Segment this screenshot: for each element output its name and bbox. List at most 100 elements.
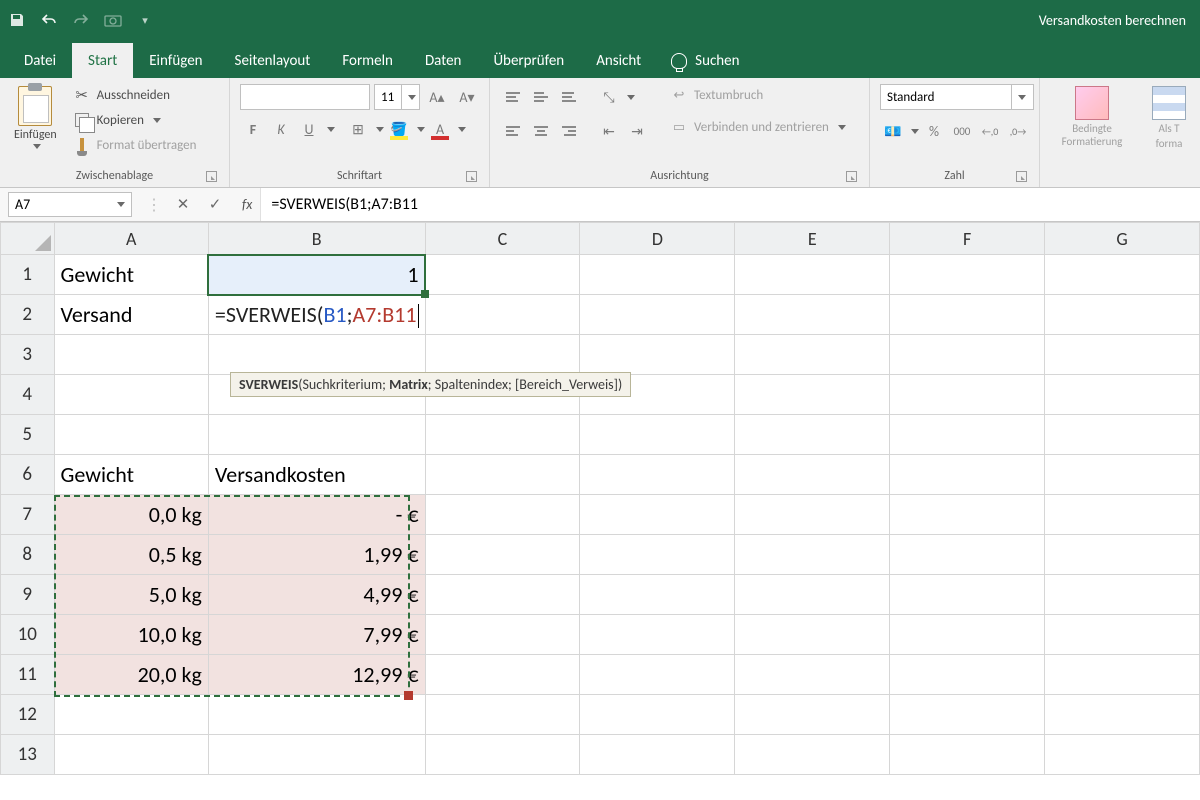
row-header-7[interactable]: 7	[1, 495, 55, 535]
increase-decimal-button[interactable]: ←,0	[977, 118, 1003, 144]
dialog-launcher-icon[interactable]	[846, 171, 857, 182]
cell-F5[interactable]	[890, 415, 1045, 455]
column-header-C[interactable]: C	[425, 223, 580, 255]
cell-D12[interactable]	[580, 695, 735, 735]
cell-C3[interactable]	[425, 335, 580, 375]
chevron-down-icon[interactable]	[458, 127, 466, 132]
cell-G6[interactable]	[1045, 455, 1200, 495]
cell-A7[interactable]: 0,0 kg	[54, 495, 208, 535]
chevron-down-icon[interactable]	[911, 129, 919, 134]
cell-D6[interactable]	[580, 455, 735, 495]
cell-A11[interactable]: 20,0 kg	[54, 655, 208, 695]
cell-F8[interactable]	[890, 535, 1045, 575]
cell-E13[interactable]	[735, 735, 890, 775]
column-header-A[interactable]: A	[54, 223, 208, 255]
tab-review[interactable]: Überprüfen	[477, 43, 580, 78]
fx-label[interactable]: fx	[234, 188, 260, 221]
decrease-indent-button[interactable]: ⇤	[596, 118, 622, 144]
name-box[interactable]: A7	[8, 192, 132, 217]
qat-customize-icon[interactable]: ▾	[136, 11, 154, 29]
cell-E7[interactable]	[735, 495, 890, 535]
cell-G10[interactable]	[1045, 615, 1200, 655]
cell-D5[interactable]	[580, 415, 735, 455]
cell-F6[interactable]	[890, 455, 1045, 495]
row-header-6[interactable]: 6	[1, 455, 55, 495]
cell-G5[interactable]	[1045, 415, 1200, 455]
orientation-button[interactable]: ⤡	[596, 84, 622, 110]
cell-E10[interactable]	[735, 615, 890, 655]
dialog-launcher-icon[interactable]	[1016, 171, 1027, 182]
cell-B2[interactable]: =SVERWEIS(B1;A7:B11	[208, 295, 425, 335]
cell-E11[interactable]	[735, 655, 890, 695]
cell-C9[interactable]	[425, 575, 580, 615]
cell-F2[interactable]	[890, 295, 1045, 335]
bold-button[interactable]: F	[240, 116, 266, 142]
cell-E8[interactable]	[735, 535, 890, 575]
chevron-down-icon[interactable]	[627, 95, 635, 100]
chevron-down-icon[interactable]	[117, 202, 125, 207]
cell-B13[interactable]	[208, 735, 425, 775]
row-header-4[interactable]: 4	[1, 375, 55, 415]
column-header-G[interactable]: G	[1045, 223, 1200, 255]
cell-D3[interactable]	[580, 335, 735, 375]
column-header-D[interactable]: D	[580, 223, 735, 255]
cell-G4[interactable]	[1045, 375, 1200, 415]
row-header-11[interactable]: 11	[1, 655, 55, 695]
accounting-format-button[interactable]: 💶	[880, 118, 906, 144]
chevron-down-icon[interactable]	[401, 85, 419, 109]
cell-C10[interactable]	[425, 615, 580, 655]
cell-G1[interactable]	[1045, 255, 1200, 295]
tab-layout[interactable]: Seitenlayout	[219, 43, 327, 78]
cell-F12[interactable]	[890, 695, 1045, 735]
cell-G9[interactable]	[1045, 575, 1200, 615]
cell-A5[interactable]	[54, 415, 208, 455]
cell-C5[interactable]	[425, 415, 580, 455]
cell-D13[interactable]	[580, 735, 735, 775]
align-right-button[interactable]	[556, 118, 582, 144]
cell-G8[interactable]	[1045, 535, 1200, 575]
cell-E5[interactable]	[735, 415, 890, 455]
cell-B10[interactable]: 7,99 €	[208, 615, 425, 655]
format-as-table-button[interactable]: Als Tforma	[1148, 84, 1190, 152]
cell-E1[interactable]	[735, 255, 890, 295]
align-bottom-button[interactable]	[556, 84, 582, 110]
cell-G13[interactable]	[1045, 735, 1200, 775]
row-header-8[interactable]: 8	[1, 535, 55, 575]
cell-F3[interactable]	[890, 335, 1045, 375]
cell-C6[interactable]	[425, 455, 580, 495]
cell-B6[interactable]: Versandkosten	[208, 455, 425, 495]
chevron-down-icon[interactable]	[1011, 85, 1029, 109]
wrap-text-button[interactable]: ↩Textumbruch	[668, 84, 848, 106]
select-all-corner[interactable]	[1, 223, 55, 255]
column-header-B[interactable]: B	[208, 223, 425, 255]
comma-format-button[interactable]: 000	[949, 118, 975, 144]
dialog-launcher-icon[interactable]	[206, 171, 217, 182]
cell-B1[interactable]: 1	[208, 255, 425, 295]
cell-D7[interactable]	[580, 495, 735, 535]
cell-D2[interactable]	[580, 295, 735, 335]
cell-F9[interactable]	[890, 575, 1045, 615]
column-header-F[interactable]: F	[890, 223, 1045, 255]
underline-button[interactable]: U	[296, 116, 322, 142]
row-header-9[interactable]: 9	[1, 575, 55, 615]
cell-B5[interactable]	[208, 415, 425, 455]
border-button[interactable]: ⊞	[345, 116, 371, 142]
save-icon[interactable]	[8, 11, 26, 29]
row-header-10[interactable]: 10	[1, 615, 55, 655]
align-center-button[interactable]	[528, 118, 554, 144]
font-size-combo[interactable]	[374, 84, 420, 110]
cell-C2[interactable]	[425, 295, 580, 335]
cell-D1[interactable]	[580, 255, 735, 295]
dialog-launcher-icon[interactable]	[466, 171, 477, 182]
number-format-input[interactable]	[881, 85, 1011, 109]
formula-input[interactable]: =SVERWEIS(B1;A7:B11	[260, 188, 1200, 221]
copy-button[interactable]: Kopieren	[71, 109, 199, 131]
shrink-font-button[interactable]: A▾	[454, 84, 480, 110]
font-name-combo[interactable]	[240, 84, 370, 110]
cell-A6[interactable]: Gewicht	[54, 455, 208, 495]
cell-C11[interactable]	[425, 655, 580, 695]
cell-G3[interactable]	[1045, 335, 1200, 375]
align-top-button[interactable]	[500, 84, 526, 110]
number-format-combo[interactable]	[880, 84, 1034, 110]
percent-format-button[interactable]: %	[921, 118, 947, 144]
